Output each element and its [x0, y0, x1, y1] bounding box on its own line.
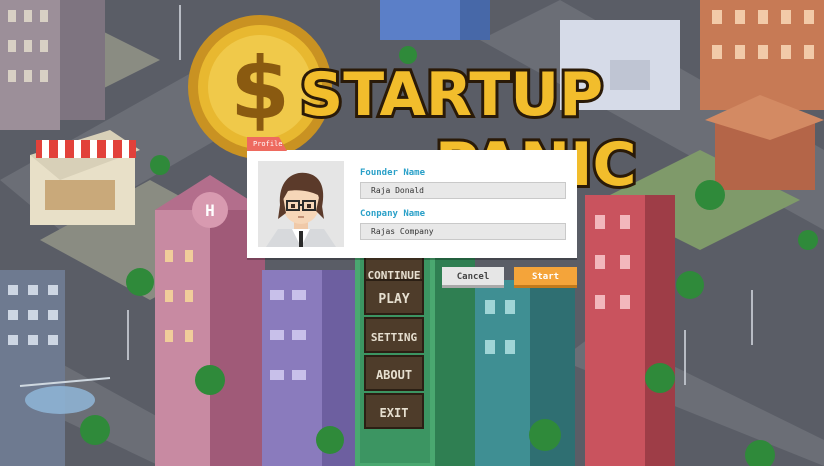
helipad-label: H [205, 201, 215, 220]
building-left-tall [0, 0, 105, 130]
menu-item-setting[interactable]: SETTING [364, 317, 424, 353]
menu-item-about[interactable]: ABOUT [364, 355, 424, 391]
menu-item-play[interactable]: PLAY [364, 279, 424, 315]
menu-label-setting: SETTING [371, 331, 418, 344]
menu-item-exit[interactable]: EXIT [364, 393, 424, 429]
coin-symbol: $ [230, 39, 290, 139]
founder-avatar [258, 161, 344, 247]
building-top-right [700, 0, 824, 190]
profile-dialog: Profile Founder Name Conpany Name [247, 137, 577, 258]
avatar-portrait [258, 161, 344, 247]
founder-name-label: Founder Name [360, 168, 426, 178]
company-name-input[interactable] [360, 223, 566, 240]
shop-building [30, 130, 140, 225]
building-left-bottom [0, 270, 65, 466]
menu-label-play: PLAY [378, 292, 409, 307]
logo-title-line1: STARTUP [300, 60, 603, 130]
cancel-button[interactable]: Cancel [442, 267, 504, 288]
menu-label-about: ABOUT [376, 368, 412, 382]
start-button[interactable]: Start [514, 267, 577, 288]
red-building [585, 195, 675, 466]
company-name-label: Conpany Name [360, 209, 426, 219]
main-menu: CONTINUE PLAY SETTING ABOUT EXIT [364, 255, 424, 429]
menu-label-exit: EXIT [380, 406, 409, 420]
founder-name-input[interactable] [360, 182, 566, 199]
